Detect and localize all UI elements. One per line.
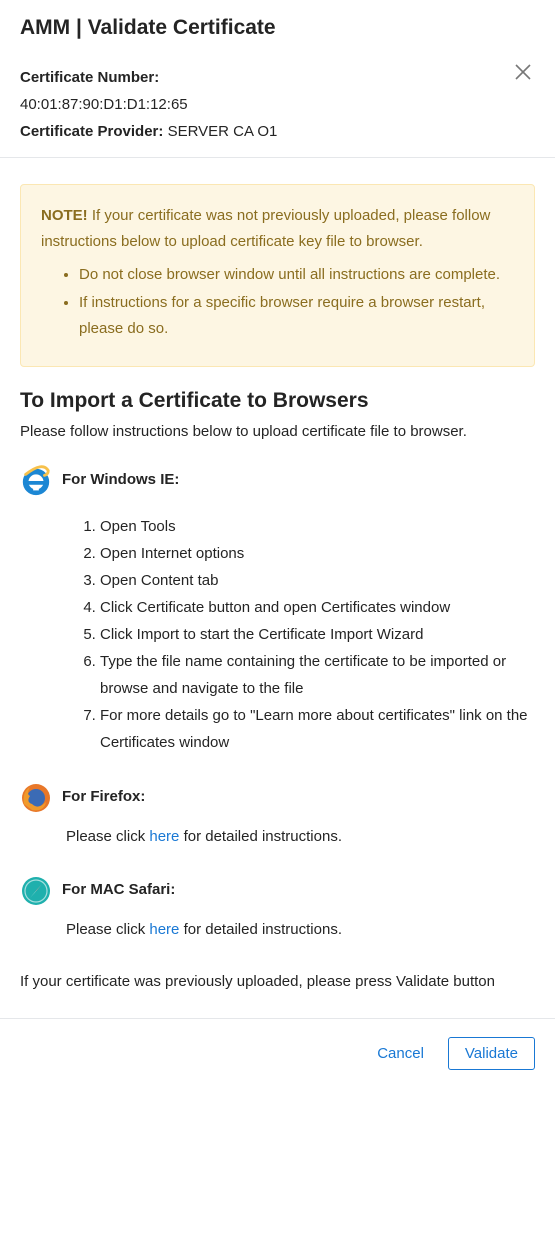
firefox-link[interactable]: here [149, 828, 179, 845]
dialog-title: AMM | Validate Certificate [0, 0, 555, 48]
firefox-block: For Firefox: [20, 782, 535, 814]
certificate-header: Certificate Number: 40:01:87:90:D1:D1:12… [0, 48, 555, 157]
safari-block: For MAC Safari: [20, 875, 535, 907]
import-subtext: Please follow instructions below to uplo… [20, 419, 535, 445]
validate-button[interactable]: Validate [448, 1037, 535, 1070]
note-label: NOTE! [41, 207, 88, 224]
cancel-button[interactable]: Cancel [365, 1037, 436, 1070]
firefox-heading: For Firefox: [62, 782, 145, 805]
safari-link[interactable]: here [149, 921, 179, 938]
divider [0, 157, 555, 158]
ie-step: Open Content tab [100, 567, 535, 594]
note-bullet: If instructions for a specific browser r… [79, 290, 514, 343]
safari-heading: For MAC Safari: [62, 875, 175, 898]
import-heading: To Import a Certificate to Browsers [20, 389, 535, 413]
cert-number-label: Certificate Number: [20, 69, 159, 86]
ie-icon [20, 465, 52, 497]
firefox-pre: Please click [66, 828, 149, 845]
ie-block: For Windows IE: [20, 465, 535, 497]
note-bullet: Do not close browser window until all in… [79, 262, 514, 288]
ie-step: Open Internet options [100, 540, 535, 567]
firefox-icon [20, 782, 52, 814]
ie-step: For more details go to "Learn more about… [100, 702, 535, 756]
note-text: If your certificate was not previously u… [41, 207, 490, 250]
ie-heading: For Windows IE: [62, 465, 179, 488]
ie-step: Click Import to start the Certificate Im… [100, 621, 535, 648]
dialog-footer: Cancel Validate [0, 1019, 555, 1088]
bottom-note: If your certificate was previously uploa… [20, 969, 535, 995]
certificate-info: Certificate Number: 40:01:87:90:D1:D1:12… [20, 64, 535, 145]
safari-post: for detailed instructions. [179, 921, 342, 938]
safari-icon [20, 875, 52, 907]
ie-steps: Open Tools Open Internet options Open Co… [80, 513, 535, 756]
ie-step: Open Tools [100, 513, 535, 540]
safari-instructions: Please click here for detailed instructi… [66, 917, 535, 943]
note-box: NOTE! If your certificate was not previo… [20, 184, 535, 367]
firefox-instructions: Please click here for detailed instructi… [66, 824, 535, 850]
cert-provider-value: SERVER CA O1 [168, 123, 278, 140]
validate-certificate-dialog: AMM | Validate Certificate Certificate N… [0, 0, 555, 1088]
safari-pre: Please click [66, 921, 149, 938]
cert-number-value: 40:01:87:90:D1:D1:12:65 [20, 91, 535, 118]
firefox-post: for detailed instructions. [179, 828, 342, 845]
close-icon[interactable] [511, 60, 535, 84]
ie-step: Type the file name containing the certif… [100, 648, 535, 702]
cert-provider-label: Certificate Provider: [20, 123, 163, 140]
ie-step: Click Certificate button and open Certif… [100, 594, 535, 621]
